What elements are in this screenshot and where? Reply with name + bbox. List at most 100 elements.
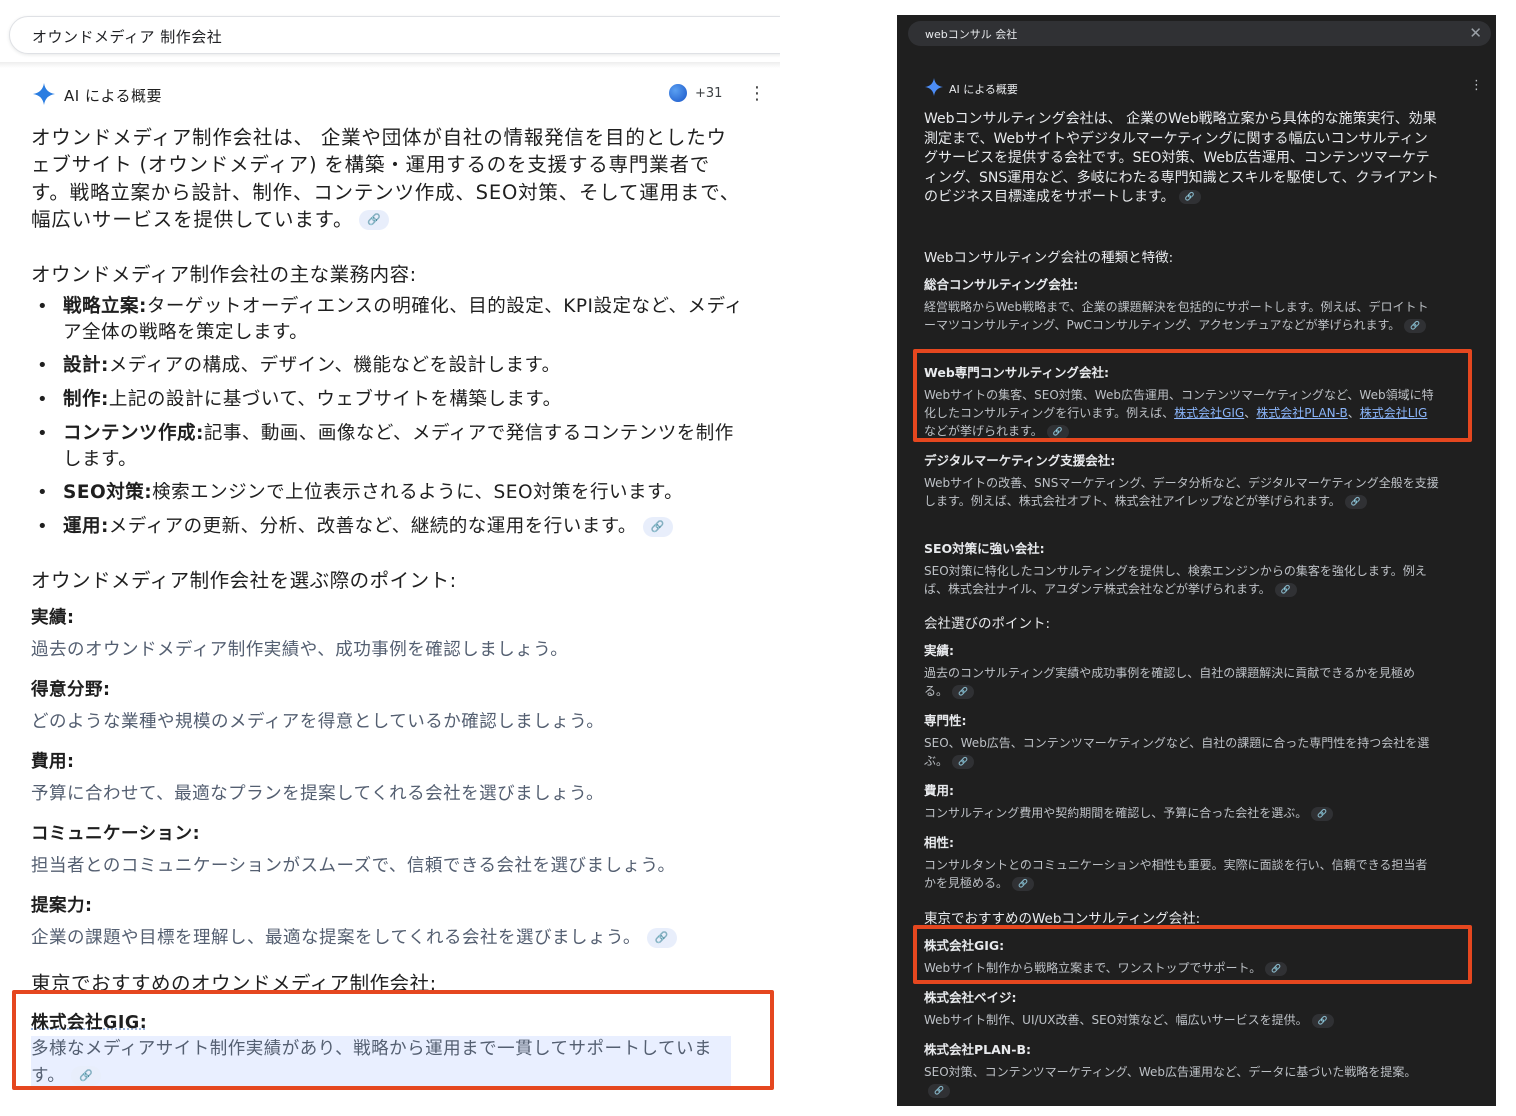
link-chip-icon[interactable]: 🔗	[359, 210, 390, 231]
types-heading: Webコンサルティング会社の種類と特徴:	[924, 250, 1174, 266]
link-chip-icon[interactable]: 🔗	[646, 928, 677, 948]
company-text-span: SEO対策、コンテンツマーケティング、Web広告運用など、データに基づいた戦略を…	[924, 1065, 1417, 1079]
dark-ai-overview-panel: webコンサル 会社 ✕ AI による概要 ⋮ Webコンサルティング会社は、 …	[897, 15, 1496, 1106]
gemini-spark-icon	[925, 78, 943, 96]
points-heading: オウンドメディア制作会社を選ぶ際のポイント:	[31, 569, 457, 592]
link-chip-icon[interactable]: 🔗	[928, 1083, 950, 1098]
type-item: 総合コンサルティング会社: 経営戦略からWeb戦略まで、企業の課題解決を包括的に…	[924, 274, 1439, 334]
type-item: デジタルマーケティング支援会社: Webサイトの改善、SNSマーケティング、デー…	[924, 450, 1439, 510]
link-chip-icon[interactable]: 🔗	[1274, 582, 1297, 597]
search-query[interactable]: webコンサル 会社	[925, 26, 1017, 42]
intro-paragraph: Webコンサルティング会社は、 企業のWeb戦略立案から具体的な施策実行、効果測…	[924, 110, 1439, 208]
duty-title: 戦略立案:	[63, 296, 147, 317]
point-title: 得意分野:	[31, 680, 111, 700]
point-item: 専門性: SEO、Web広告、コンテンツマーケティングなど、自社の課題に合った専…	[924, 710, 1439, 770]
point-text-span: コンサルタントとのコミュニケーションや相性も重要。実際に面談を行い、信頼できる担…	[924, 858, 1428, 890]
list-item: 運用:メディアの更新、分析、改善など、継続的な運用を行います。🔗	[31, 514, 746, 540]
points-heading: 会社選びのポイント:	[924, 616, 1051, 632]
link-chip-icon[interactable]: 🔗	[1178, 190, 1201, 205]
highlight-box	[12, 990, 774, 1090]
duty-text: メディアの更新、分析、改善など、継続的な運用を行います。	[108, 515, 637, 537]
list-item: 制作:上記の設計に基づいて、ウェブサイトを構築します。	[31, 387, 746, 413]
company-text: Webサイト制作、UI/UX改善、SEO対策など、幅広いサービスを提供。 🔗	[924, 1011, 1439, 1029]
point-text-span: 企業の課題や目標を理解し、最適な提案をしてくれる会社を選びましょう。	[31, 928, 641, 948]
duty-text: ターゲットオーディエンスの明確化、目的設定、KPI設定など、メディア全体の戦略を…	[63, 296, 744, 343]
link-chip-icon[interactable]: 🔗	[1311, 1013, 1334, 1028]
highlight-box	[913, 349, 1472, 442]
point-item: 費用: コンサルティング費用や契約期間を確認し、予算に合った会社を選ぶ。 🔗	[924, 780, 1439, 822]
point-title: 実績:	[31, 608, 75, 628]
point-title: 実績:	[924, 643, 954, 658]
point-text-span: SEO、Web広告、コンテンツマーケティングなど、自社の課題に合った専門性を持つ…	[924, 736, 1430, 768]
point-item: 費用: 予算に合わせて、最適なプランを提案してくれる会社を選びましょう。	[31, 748, 746, 808]
duties-list: 戦略立案:ターゲットオーディエンスの明確化、目的設定、KPI設定など、メディア全…	[31, 294, 746, 548]
point-title: コミュニケーション:	[31, 824, 201, 844]
link-chip-icon[interactable]: 🔗	[952, 754, 975, 769]
tokyo-heading: 東京でおすすめのWebコンサルティング会社:	[924, 911, 1201, 927]
intro-paragraph: オウンドメディア制作会社は、 企業や団体が自社の情報発信を目的としたウェブサイト…	[31, 124, 746, 233]
ai-overview-header: AI による概要 ⋮	[925, 78, 1485, 98]
point-item: 相性: コンサルタントとのコミュニケーションや相性も重要。実際に面談を行い、信頼…	[924, 832, 1439, 892]
list-item: 設計:メディアの構成、デザイン、機能などを設計します。	[31, 353, 746, 379]
link-chip-icon[interactable]: 🔗	[952, 684, 975, 699]
point-text-span: コンサルティング費用や契約期間を確認し、予算に合った会社を選ぶ。	[924, 806, 1308, 820]
point-text: 担当者とのコミュニケーションがスムーズで、信頼できる会社を選びましょう。	[31, 856, 676, 876]
point-text: 企業の課題や目標を理解し、最適な提案をしてくれる会社を選びましょう。 🔗	[31, 925, 746, 952]
more-vert-icon[interactable]: ⋮	[1470, 78, 1483, 93]
link-chip-icon[interactable]: 🔗	[1012, 876, 1035, 891]
company-text-span: Webサイト制作、UI/UX改善、SEO対策など、幅広いサービスを提供。	[924, 1013, 1308, 1027]
ai-overview-label: AI による概要	[64, 87, 163, 105]
point-title: 相性:	[924, 835, 954, 850]
list-item: 戦略立案:ターゲットオーディエンスの明確化、目的設定、KPI設定など、メディア全…	[31, 294, 746, 345]
gemini-spark-icon	[33, 83, 55, 105]
point-text: どのような業種や規模のメディアを得意としているか確認しましょう。	[31, 712, 605, 732]
more-vert-icon[interactable]: ⋮	[748, 84, 766, 104]
type-text-span: SEO対策に特化したコンサルティングを提供し、検索エンジンからの集客を強化します…	[924, 564, 1427, 596]
duty-title: 制作:	[63, 389, 109, 411]
duty-text: メディアの構成、デザイン、機能などを設計します。	[108, 355, 561, 377]
highlight-box	[913, 925, 1472, 984]
duty-title: 運用:	[63, 515, 109, 537]
point-text: 予算に合わせて、最適なプランを提案してくれる会社を選びましょう。	[31, 784, 605, 804]
company-text: SEO対策、コンテンツマーケティング、Web広告運用など、データに基づいた戦略を…	[924, 1063, 1439, 1099]
point-title: 費用:	[31, 752, 75, 772]
sources-button[interactable]: +31	[667, 82, 723, 106]
point-text: コンサルタントとのコミュニケーションや相性も重要。実際に面談を行い、信頼できる担…	[924, 856, 1439, 892]
type-title: デジタルマーケティング支援会社:	[924, 453, 1116, 468]
company-title: 株式会社PLAN-B:	[924, 1042, 1031, 1057]
light-ai-overview-panel: オウンドメディア 制作会社 AI による概要 +31 ⋮ オウンドメディア制作会…	[0, 0, 780, 1116]
duty-title: コンテンツ作成:	[63, 422, 204, 444]
point-text: 過去のオウンドメディア制作実績や、成功事例を確認しましょう。	[31, 640, 569, 660]
point-text: SEO、Web広告、コンテンツマーケティングなど、自社の課題に合った専門性を持つ…	[924, 734, 1439, 770]
type-text-span: 経営戦略からWeb戦略まで、企業の課題解決を包括的にサポートします。例えば、デロ…	[924, 300, 1429, 332]
type-text: 経営戦略からWeb戦略まで、企業の課題解決を包括的にサポートします。例えば、デロ…	[924, 298, 1439, 334]
link-chip-icon[interactable]: 🔗	[642, 516, 673, 537]
duty-title: SEO対策:	[63, 482, 153, 504]
duties-heading: オウンドメディア制作会社の主な業務内容:	[31, 263, 417, 286]
duty-title: 設計:	[63, 355, 109, 377]
duty-text: 上記の設計に基づいて、ウェブサイトを構築します。	[108, 389, 562, 411]
company-title: 株式会社ベイジ:	[924, 990, 1017, 1005]
point-item: 実績: 過去のオウンドメディア制作実績や、成功事例を確認しましょう。	[31, 604, 746, 664]
list-item: コンテンツ作成:記事、動画、画像など、メディアで発信するコンテンツを制作します。	[31, 421, 746, 472]
type-title: SEO対策に強い会社:	[924, 541, 1045, 556]
search-bar[interactable]: オウンドメディア 制作会社	[9, 16, 780, 54]
close-icon[interactable]: ✕	[1469, 23, 1482, 43]
link-chip-icon[interactable]: 🔗	[1344, 494, 1367, 509]
point-title: 専門性:	[924, 713, 967, 728]
divider	[0, 62, 780, 68]
link-chip-icon[interactable]: 🔗	[1404, 318, 1427, 333]
point-text-span: 過去のコンサルティング実績や成功事例を確認し、自社の課題解決に貢献できるかを見極…	[924, 666, 1416, 698]
search-query[interactable]: オウンドメディア 制作会社	[32, 26, 222, 47]
company-item: 株式会社PLAN-B: SEO対策、コンテンツマーケティング、Web広告運用など…	[924, 1039, 1439, 1099]
ai-overview-header: AI による概要 +31 ⋮	[31, 80, 771, 110]
link-chip-icon[interactable]: 🔗	[1311, 806, 1334, 821]
point-item: コミュニケーション: 担当者とのコミュニケーションがスムーズで、信頼できる会社を…	[31, 820, 746, 880]
search-bar[interactable]: webコンサル 会社 ✕	[908, 21, 1491, 46]
point-title: 費用:	[924, 783, 954, 798]
point-text: コンサルティング費用や契約期間を確認し、予算に合った会社を選ぶ。 🔗	[924, 804, 1439, 822]
point-item: 実績: 過去のコンサルティング実績や成功事例を確認し、自社の課題解決に貢献できる…	[924, 640, 1439, 700]
ai-overview-label: AI による概要	[949, 83, 1018, 96]
point-item: 提案力: 企業の課題や目標を理解し、最適な提案をしてくれる会社を選びましょう。 🔗	[31, 892, 746, 952]
company-item: 株式会社ベイジ: Webサイト制作、UI/UX改善、SEO対策など、幅広いサービ…	[924, 987, 1439, 1029]
